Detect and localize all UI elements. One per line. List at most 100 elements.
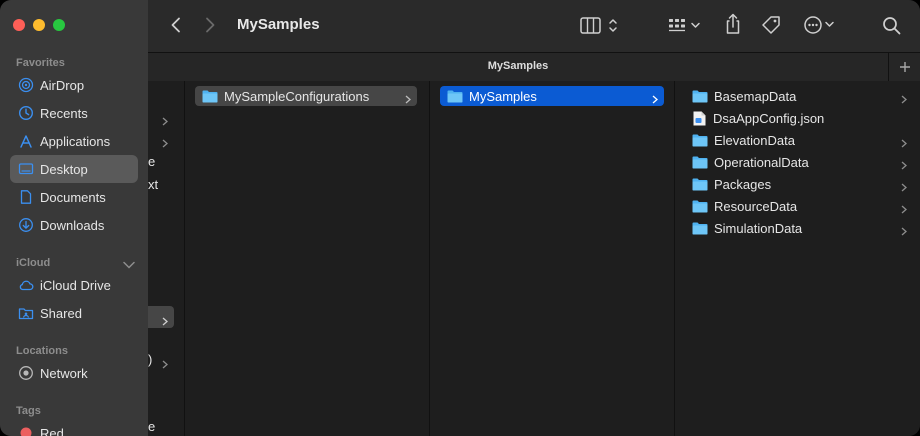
tag-button[interactable] bbox=[760, 14, 782, 36]
chevron-right-icon bbox=[405, 91, 411, 109]
sidebar-item-label: AirDrop bbox=[40, 77, 85, 93]
chevron-right-icon bbox=[162, 113, 168, 131]
locations-header: Locations bbox=[16, 345, 68, 357]
item-name: OperationalData bbox=[714, 154, 809, 170]
json-file-icon bbox=[693, 111, 706, 126]
search-icon bbox=[883, 17, 901, 35]
column-1[interactable]: e xt ) e bbox=[148, 81, 185, 436]
list-item-dsaappconfig-json[interactable]: DsaAppConfig.json bbox=[685, 108, 913, 128]
sidebar-item-desktop[interactable]: Desktop bbox=[10, 155, 138, 183]
partial-item-text: ) bbox=[148, 352, 153, 367]
cloud-icon bbox=[18, 277, 34, 293]
tags-header: Tags bbox=[16, 405, 41, 417]
partial-item-text: xt bbox=[148, 177, 159, 192]
chevron-right-icon bbox=[901, 201, 907, 219]
sidebar-item-applications[interactable]: Applications bbox=[10, 127, 138, 155]
sidebar-item-label: Documents bbox=[40, 189, 106, 205]
list-item-resourcedata[interactable]: ResourceData bbox=[685, 196, 913, 216]
finder-window: Favorites AirDrop Recents Applications D… bbox=[0, 0, 920, 436]
sidebar: Favorites AirDrop Recents Applications D… bbox=[0, 0, 148, 436]
folder-icon bbox=[692, 222, 708, 235]
minimize-button[interactable] bbox=[33, 19, 45, 31]
tab-current[interactable]: MySamples bbox=[148, 60, 888, 72]
item-name: ElevationData bbox=[714, 132, 795, 148]
sidebar-item-label: Red bbox=[40, 425, 64, 436]
tab-bar: MySamples bbox=[148, 52, 920, 82]
chevron-right-icon bbox=[901, 91, 907, 109]
list-item-simulationdata[interactable]: SimulationData bbox=[685, 218, 913, 238]
list-item-mysampleconfigurations[interactable]: MySampleConfigurations bbox=[195, 86, 417, 106]
folder-icon bbox=[692, 200, 708, 213]
list-item-elevationdata[interactable]: ElevationData bbox=[685, 130, 913, 150]
sidebar-item-recents[interactable]: Recents bbox=[10, 99, 138, 127]
chevron-right-icon bbox=[162, 313, 168, 331]
partial-item-text: e bbox=[148, 419, 156, 434]
list-item-packages[interactable]: Packages bbox=[685, 174, 913, 194]
shared-folder-icon bbox=[18, 305, 34, 321]
partial-item-text: e bbox=[148, 154, 156, 169]
sidebar-item-label: Desktop bbox=[40, 161, 88, 177]
zoom-button[interactable] bbox=[53, 19, 65, 31]
folder-icon bbox=[692, 156, 708, 169]
forward-button[interactable] bbox=[202, 15, 218, 35]
document-icon bbox=[18, 189, 34, 205]
sidebar-item-airdrop[interactable]: AirDrop bbox=[10, 71, 138, 99]
chevron-right-icon bbox=[901, 223, 907, 241]
new-tab-button[interactable] bbox=[888, 53, 920, 81]
sidebar-item-label: Recents bbox=[40, 105, 88, 121]
column-2[interactable]: MySampleConfigurations bbox=[185, 81, 430, 436]
list-item-operationaldata[interactable]: OperationalData bbox=[685, 152, 913, 172]
applications-icon bbox=[18, 133, 34, 149]
plus-icon bbox=[900, 62, 910, 72]
list-item-mysamples[interactable]: MySamples bbox=[440, 86, 664, 106]
item-name: MySamples bbox=[469, 88, 537, 104]
red-tag-dot-icon bbox=[18, 425, 34, 436]
partial-selected-row[interactable] bbox=[148, 306, 174, 328]
sidebar-item-shared[interactable]: Shared bbox=[10, 299, 138, 327]
sidebar-item-downloads[interactable]: Downloads bbox=[10, 211, 138, 239]
item-name: BasemapData bbox=[714, 88, 797, 104]
more-actions-button[interactable] bbox=[802, 14, 840, 36]
chevron-right-icon bbox=[652, 91, 658, 109]
chevron-right-icon bbox=[901, 157, 907, 175]
sidebar-item-label: iCloud Drive bbox=[40, 277, 111, 293]
toolbar: MySamples bbox=[148, 0, 920, 52]
item-name: MySampleConfigurations bbox=[224, 88, 370, 104]
item-name: SimulationData bbox=[714, 220, 803, 236]
airdrop-icon bbox=[18, 77, 34, 93]
column-3[interactable]: MySamples bbox=[430, 81, 675, 436]
column-4[interactable]: BasemapData DsaAppConfig.json ElevationD… bbox=[675, 81, 920, 436]
search-button[interactable] bbox=[881, 15, 903, 37]
item-name: ResourceData bbox=[714, 198, 798, 214]
sidebar-item-icloud-drive[interactable]: iCloud Drive bbox=[10, 271, 138, 299]
network-icon bbox=[18, 365, 34, 381]
folder-icon bbox=[692, 90, 708, 103]
sidebar-item-label: Downloads bbox=[40, 217, 105, 233]
favorites-header: Favorites bbox=[16, 57, 65, 69]
window-title: MySamples bbox=[237, 16, 320, 33]
sidebar-item-label: Network bbox=[40, 365, 88, 381]
sidebar-item-label: Applications bbox=[40, 133, 111, 149]
icloud-header: iCloud bbox=[16, 257, 51, 269]
chevron-right-icon bbox=[162, 356, 168, 374]
group-by-button[interactable] bbox=[667, 15, 705, 37]
sidebar-item-network[interactable]: Network bbox=[10, 359, 138, 387]
chevron-right-icon bbox=[162, 135, 168, 153]
share-button[interactable] bbox=[723, 12, 743, 36]
folder-icon bbox=[692, 178, 708, 191]
back-button[interactable] bbox=[168, 15, 184, 35]
sidebar-item-tag-red[interactable]: Red bbox=[10, 419, 138, 436]
item-name: DsaAppConfig.json bbox=[713, 110, 825, 126]
list-item-basemapdata[interactable]: BasemapData bbox=[685, 86, 913, 106]
chevron-right-icon bbox=[901, 135, 907, 153]
chevron-right-icon bbox=[901, 179, 907, 197]
folder-icon bbox=[692, 134, 708, 147]
chevron-down-icon[interactable] bbox=[122, 257, 136, 269]
view-columns-button[interactable] bbox=[579, 15, 623, 37]
sidebar-item-documents[interactable]: Documents bbox=[10, 183, 138, 211]
folder-icon bbox=[202, 90, 218, 103]
close-button[interactable] bbox=[13, 19, 25, 31]
folder-icon bbox=[447, 90, 463, 103]
item-name: Packages bbox=[714, 176, 772, 192]
sidebar-item-label: Shared bbox=[40, 305, 82, 321]
